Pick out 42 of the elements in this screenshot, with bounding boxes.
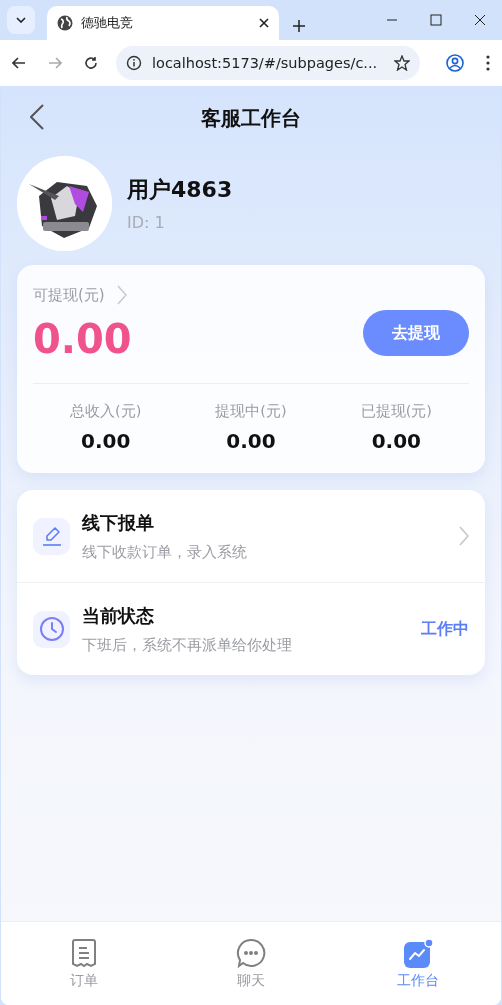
globe-icon: [57, 15, 73, 31]
close-icon[interactable]: [474, 14, 486, 26]
stat-value: 0.00: [81, 429, 131, 453]
chevron-down-icon: [16, 17, 26, 23]
star-icon[interactable]: [394, 55, 410, 71]
stat-label: 已提现(元): [360, 402, 432, 421]
tab-list-button[interactable]: [7, 6, 35, 34]
page-title: 客服工作台: [201, 104, 301, 132]
menu-row[interactable]: 线下报单 线下收款订单，录入系统: [17, 490, 485, 582]
new-tab-icon[interactable]: [293, 20, 305, 32]
back-icon[interactable]: [30, 104, 44, 130]
pencil-icon: [40, 525, 63, 547]
menu-row[interactable]: 当前状态 下班后，系统不再派单给你处理 工作中: [17, 582, 485, 675]
back-arrow-icon[interactable]: [12, 56, 26, 70]
stat-value: 0.00: [226, 429, 276, 453]
menu-title: 当前状态: [82, 603, 155, 628]
chat-icon: [236, 937, 266, 968]
address-bar[interactable]: localhost:5173/#/subpages/c...: [116, 46, 420, 80]
menu-title: 线下报单: [82, 510, 155, 535]
menu-icon[interactable]: [486, 55, 490, 71]
chevron-right-icon: [459, 526, 469, 546]
balance-label: 可提现(元): [33, 285, 105, 305]
menu-subtitle: 下班后，系统不再派单给你处理: [82, 635, 293, 655]
browser-tab[interactable]: 德驰电竞: [47, 6, 279, 40]
user-id: ID: 1: [127, 213, 166, 232]
stat-value: 0.00: [371, 429, 421, 453]
menu-subtitle: 线下收款订单，录入系统: [82, 542, 248, 562]
stat-label: 总收入(元): [70, 402, 142, 421]
work-status: 工作中: [421, 618, 469, 640]
chevron-right-icon: [116, 285, 127, 305]
stat-label: 提现中(元): [215, 402, 287, 421]
chart-icon: [402, 937, 433, 968]
clock-icon: [38, 616, 65, 642]
close-icon[interactable]: [259, 18, 269, 28]
info-icon: [126, 55, 142, 71]
maximize-icon[interactable]: [430, 14, 442, 26]
user-name: 用户4863: [127, 176, 233, 204]
receipt-icon: [70, 937, 99, 968]
tab-title: 德驰电竞: [81, 14, 134, 32]
reload-icon[interactable]: [84, 56, 98, 70]
profile-icon[interactable]: [446, 54, 464, 72]
balance-amount: 0.00: [33, 317, 132, 361]
